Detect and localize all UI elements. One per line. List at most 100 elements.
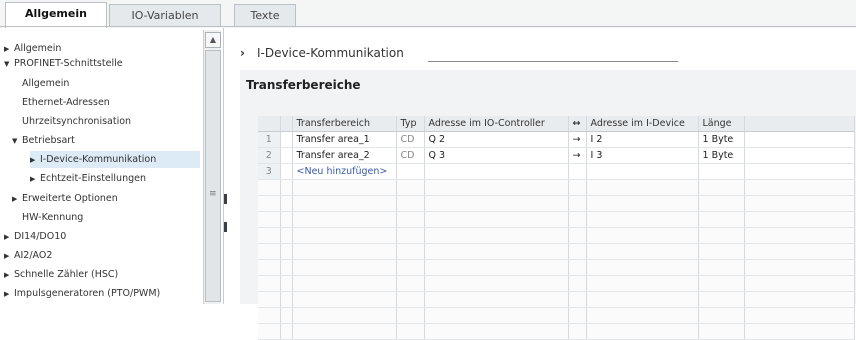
expand-arrow-icon[interactable]: ▶ xyxy=(30,152,40,169)
cell-typ[interactable] xyxy=(396,163,425,180)
cell-adresse-io-controller[interactable] xyxy=(424,163,569,180)
nav-label: DI14/DO10 xyxy=(14,231,67,242)
cell-direction[interactable] xyxy=(568,163,587,180)
empty-row xyxy=(258,323,855,340)
tab-divider xyxy=(0,26,856,27)
empty-row xyxy=(258,227,855,244)
nav-label: Impulsgeneratoren (PTO/PWM) xyxy=(14,288,161,299)
empty-row xyxy=(258,243,855,260)
nav-label: Echtzeit-Einstellungen xyxy=(40,173,146,184)
empty-row xyxy=(258,291,855,308)
nav-item-uhrzeitsynchronisation[interactable]: Uhrzeitsynchronisation xyxy=(22,113,131,130)
nav-item-impulsgeneratoren[interactable]: ▶ Impulsgeneratoren (PTO/PWM) xyxy=(4,285,160,302)
nav-item-i-device-kommunikation[interactable]: ▶ I-Device-Kommunikation xyxy=(30,151,200,168)
nav-label: Betriebsart xyxy=(22,135,75,146)
nav-item-profinet-schnittstelle[interactable]: ▼ PROFINET-Schnittstelle xyxy=(4,55,123,72)
empty-row xyxy=(258,211,855,228)
table-header-row: Transferbereich Typ Adresse im IO-Contro… xyxy=(258,116,855,132)
nav-item-hw-kennung[interactable]: HW-Kennung xyxy=(22,209,83,226)
cell-adresse-i-device[interactable]: I 2 xyxy=(586,131,699,148)
cell-laenge[interactable]: 1 Byte xyxy=(698,131,745,148)
nav-item-profinet-allgemein[interactable]: Allgemein xyxy=(22,75,69,92)
cell-adresse-i-device[interactable] xyxy=(586,163,699,180)
expand-arrow-icon[interactable]: ▶ xyxy=(4,229,14,246)
properties-content: › I-Device-Kommunikation Transferbereiche… xyxy=(228,28,856,340)
direction-arrow-icon[interactable]: → xyxy=(568,147,587,164)
nav-item-erweiterte-optionen[interactable]: ▶ Erweiterte Optionen xyxy=(12,190,118,207)
cell-filler xyxy=(744,163,855,180)
row-number[interactable]: 2 xyxy=(258,147,281,164)
expand-arrow-icon[interactable]: ▶ xyxy=(4,286,14,303)
panel-title: Transferbereiche xyxy=(246,78,361,92)
row-marker xyxy=(280,131,293,148)
nav-label: Erweiterte Optionen xyxy=(22,193,118,204)
nav-item-ai2-ao2[interactable]: ▶ AI2/AO2 xyxy=(4,247,52,264)
expand-arrow-icon[interactable]: ▶ xyxy=(30,171,40,188)
add-new-link[interactable]: <Neu hinzufügen> xyxy=(292,163,397,180)
scroll-up-icon[interactable]: ▲ xyxy=(205,32,221,48)
header-adresse-i-device[interactable]: Adresse im I-Device xyxy=(586,116,699,132)
cell-adresse-i-device[interactable]: I 3 xyxy=(586,147,699,164)
section-arrow-icon: › xyxy=(240,46,245,60)
cell-adresse-io-controller[interactable]: Q 2 xyxy=(424,131,569,148)
expand-arrow-icon[interactable]: ▶ xyxy=(4,267,14,284)
cell-filler xyxy=(744,131,855,148)
grip-icon: ≡ xyxy=(209,189,217,199)
header-filler xyxy=(744,116,855,132)
tab-io-variablen[interactable]: IO-Variablen xyxy=(109,4,221,27)
cell-transferbereich[interactable]: Transfer area_2 xyxy=(292,147,397,164)
header-laenge[interactable]: Länge xyxy=(698,116,745,132)
cell-laenge[interactable]: 1 Byte xyxy=(698,147,745,164)
cell-filler xyxy=(744,147,855,164)
section-title: I-Device-Kommunikation xyxy=(256,46,404,60)
header-rownum xyxy=(258,116,281,132)
section-header[interactable]: › I-Device-Kommunikation xyxy=(240,46,404,60)
empty-row xyxy=(258,275,855,292)
cell-typ[interactable]: CD xyxy=(396,147,425,164)
tree-scrollbar[interactable]: ▲ ≡ xyxy=(203,30,221,304)
cell-adresse-io-controller[interactable]: Q 3 xyxy=(424,147,569,164)
header-typ[interactable]: Typ xyxy=(396,116,425,132)
nav-item-betriebsart[interactable]: ▼ Betriebsart xyxy=(12,132,75,149)
table-row[interactable]: 1 Transfer area_1 CD Q 2 → I 2 1 Byte xyxy=(258,131,855,148)
section-divider xyxy=(428,61,678,62)
header-transferbereich[interactable]: Transferbereich xyxy=(292,116,397,132)
table-row[interactable]: 2 Transfer area_2 CD Q 3 → I 3 1 Byte xyxy=(258,147,855,164)
collapse-arrow-icon[interactable]: ▼ xyxy=(4,56,14,73)
cell-transferbereich[interactable]: Transfer area_1 xyxy=(292,131,397,148)
nav-label: AI2/AO2 xyxy=(14,250,53,261)
empty-row xyxy=(258,259,855,276)
row-number[interactable]: 3 xyxy=(258,163,281,180)
navigation-tree: ▶ Allgemein ▼ PROFINET-Schnittstelle Allge… xyxy=(0,28,224,304)
header-marker xyxy=(280,116,293,132)
cell-typ[interactable]: CD xyxy=(396,131,425,148)
scrollbar-thumb[interactable]: ≡ xyxy=(205,50,221,302)
expand-arrow-icon[interactable]: ▶ xyxy=(4,248,14,265)
tab-bar: Allgemein IO-Variablen Texte xyxy=(0,0,856,28)
empty-row xyxy=(258,179,855,196)
collapse-arrow-icon[interactable]: ▼ xyxy=(12,133,22,150)
nav-label: PROFINET-Schnittstelle xyxy=(14,58,123,69)
nav-item-di14-do10[interactable]: ▶ DI14/DO10 xyxy=(4,228,66,245)
header-direction-icon[interactable]: ↔ xyxy=(568,116,587,132)
splitter-grip-icon[interactable] xyxy=(224,194,227,204)
empty-row xyxy=(258,195,855,212)
transfer-table: Transferbereich Typ Adresse im IO-Contro… xyxy=(258,116,855,340)
row-marker xyxy=(280,163,293,180)
direction-arrow-icon[interactable]: → xyxy=(568,131,587,148)
tab-allgemein[interactable]: Allgemein xyxy=(5,2,107,28)
cell-laenge[interactable] xyxy=(698,163,745,180)
expand-arrow-icon[interactable]: ▶ xyxy=(12,191,22,208)
row-number[interactable]: 1 xyxy=(258,131,281,148)
nav-item-echtzeit-einstellungen[interactable]: ▶ Echtzeit-Einstellungen xyxy=(30,170,146,187)
nav-label: Allgemein xyxy=(14,43,62,54)
nav-item-schnelle-zaehler[interactable]: ▶ Schnelle Zähler (HSC) xyxy=(4,266,118,283)
tab-texte[interactable]: Texte xyxy=(234,4,296,27)
nav-label: I-Device-Kommunikation xyxy=(40,154,157,165)
empty-row xyxy=(258,307,855,324)
row-marker xyxy=(280,147,293,164)
header-adresse-io-controller[interactable]: Adresse im IO-Controller xyxy=(424,116,569,132)
table-row[interactable]: 3 <Neu hinzufügen> xyxy=(258,163,855,180)
nav-item-ethernet-adressen[interactable]: Ethernet-Adressen xyxy=(22,94,110,111)
splitter-grip-icon[interactable] xyxy=(224,222,227,232)
